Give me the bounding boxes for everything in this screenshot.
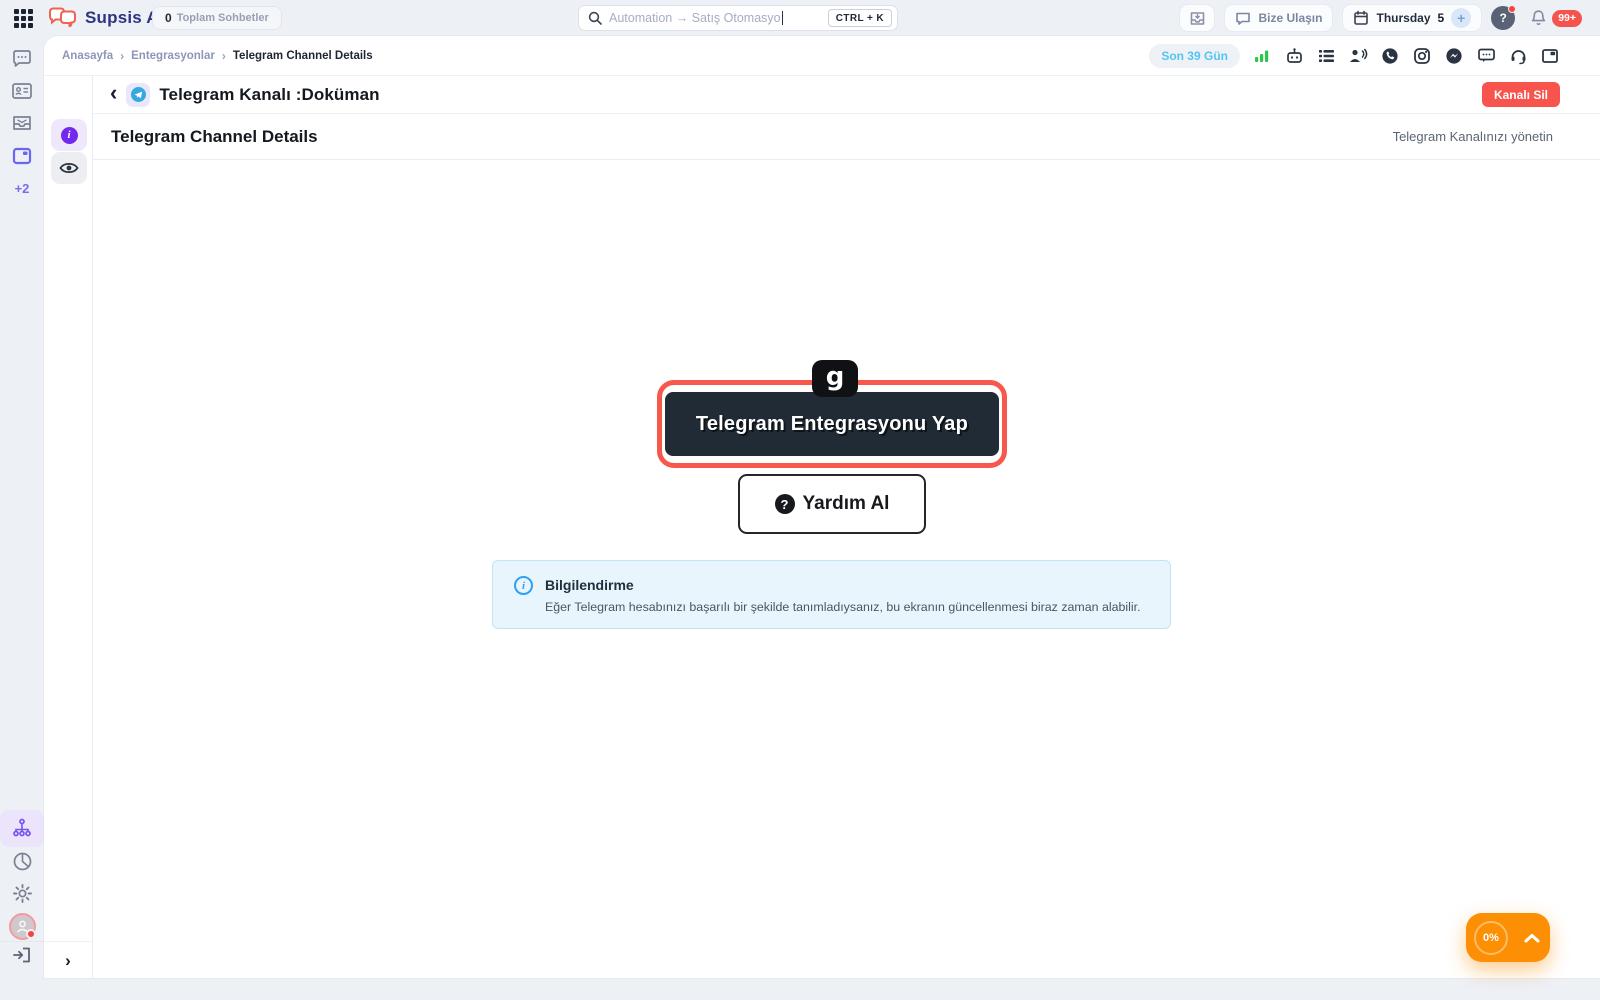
sidebar-item-inbox[interactable] xyxy=(0,107,44,139)
person-sound-icon[interactable] xyxy=(1348,46,1368,66)
info-circle-icon: i xyxy=(514,576,533,595)
inbox-button[interactable] xyxy=(1179,4,1216,32)
sidebar-expand-button[interactable]: › xyxy=(44,941,92,978)
whatsapp-icon[interactable] xyxy=(1380,46,1400,66)
notifications-button[interactable]: 99+ xyxy=(1524,4,1588,32)
info-banner-title: Bilgilendirme xyxy=(545,577,634,593)
info-icon: i xyxy=(60,126,78,144)
date-button[interactable]: Thursday 5 + xyxy=(1342,4,1483,32)
section-title: Telegram Channel Details xyxy=(111,126,318,146)
inbox-icon xyxy=(1189,10,1206,27)
breadcrumb: Anasayfa › Entegrasyonlar › Telegram Cha… xyxy=(62,49,373,63)
calendar-icon xyxy=(1353,10,1369,26)
progress-percent: 0% xyxy=(1474,920,1508,955)
help-alert-dot xyxy=(1508,5,1517,13)
analytics-bars-icon[interactable] xyxy=(1252,46,1272,66)
tab-info[interactable]: i xyxy=(51,119,87,151)
delete-channel-button[interactable]: Kanalı Sil xyxy=(1481,82,1560,107)
list-icon[interactable] xyxy=(1316,46,1336,66)
stage: g Telegram Entegrasyonu Yap ? Yardım Al … xyxy=(93,160,1600,978)
telegram-integrate-button[interactable]: Telegram Entegrasyonu Yap xyxy=(665,392,999,456)
bell-icon xyxy=(1530,9,1547,27)
eye-icon xyxy=(59,161,79,175)
tab-preview[interactable] xyxy=(51,152,87,184)
headset-icon[interactable] xyxy=(1508,46,1528,66)
notification-badge: 99+ xyxy=(1552,9,1582,27)
breadcrumb-home[interactable]: Anasayfa xyxy=(62,50,113,62)
id-card-icon xyxy=(11,81,33,101)
breadcrumb-integrations[interactable]: Entegrasyonlar xyxy=(131,50,215,62)
telegram-icon xyxy=(130,87,146,102)
help-button[interactable]: ? xyxy=(1491,5,1517,30)
total-chats-pill[interactable]: 0 Toplam Sohbetler xyxy=(152,6,282,30)
sidebar-item-settings[interactable] xyxy=(0,877,44,909)
chevron-right-icon: › xyxy=(65,950,71,970)
messenger-icon[interactable] xyxy=(1444,46,1464,66)
sidebar-more-button[interactable]: +2 xyxy=(0,172,44,204)
logout-button[interactable] xyxy=(0,939,44,971)
avatar xyxy=(8,912,36,940)
outer-sidebar: +2 xyxy=(0,36,44,1000)
question-icon: ? xyxy=(774,494,795,514)
section-subtitle: Telegram Kanalınızı yönetin xyxy=(1392,129,1553,144)
get-help-button[interactable]: ? Yardım Al xyxy=(738,474,926,534)
chevron-right-icon: › xyxy=(221,48,226,63)
contact-us-label: Bize Ulaşın xyxy=(1258,11,1323,25)
contact-us-button[interactable]: Bize Ulaşın xyxy=(1224,4,1334,32)
date-range-pill[interactable]: Son 39 Gün xyxy=(1149,43,1240,68)
search-shortcut-badge: CTRL + K xyxy=(827,9,892,27)
bot-icon[interactable] xyxy=(1284,46,1304,66)
status-dot xyxy=(25,928,36,939)
apps-grid-icon[interactable] xyxy=(14,9,33,28)
get-help-label: Yardım Al xyxy=(802,493,890,514)
info-banner: i Bilgilendirme Eğer Telegram hesabınızı… xyxy=(492,560,1171,629)
plus-icon[interactable]: + xyxy=(1451,8,1472,28)
guide-badge: g xyxy=(812,360,858,397)
sidebar-item-automation[interactable] xyxy=(0,812,44,844)
sidebar-item-contacts[interactable] xyxy=(0,75,44,107)
inbox-tray-icon xyxy=(11,113,33,133)
help-glyph: ? xyxy=(1499,11,1507,25)
breadcrumb-current: Telegram Channel Details xyxy=(232,49,373,62)
chevron-up-icon xyxy=(1524,933,1540,943)
logo-bubbles-icon xyxy=(47,6,79,30)
setup-progress-widget[interactable]: 0% xyxy=(1466,913,1550,962)
instagram-icon[interactable] xyxy=(1412,46,1432,66)
brand-logo[interactable]: Supsis Ai xyxy=(47,6,164,30)
page-header: ‹ Telegram Kanalı :Doküman Kanalı Sil xyxy=(93,76,1600,114)
pie-chart-icon xyxy=(12,851,33,872)
topbar: Supsis Ai 0 Toplam Sohbetler Automation … xyxy=(0,0,1600,36)
sidebar-item-chats[interactable] xyxy=(0,43,44,75)
sidebar-item-reports[interactable] xyxy=(0,845,44,877)
breadcrumb-row: Anasayfa › Entegrasyonlar › Telegram Cha… xyxy=(44,36,1600,76)
global-search-input[interactable]: Automation → Satış Otomasyo CTRL + K xyxy=(578,5,898,31)
window-icon[interactable] xyxy=(1540,46,1560,66)
search-icon xyxy=(588,11,602,25)
sms-icon[interactable] xyxy=(1476,46,1496,66)
chat-dots-icon xyxy=(11,49,33,70)
org-chart-icon xyxy=(11,817,33,839)
sidebar-more-label: +2 xyxy=(14,180,30,196)
search-placeholder: Automation → Satış Otomasyo xyxy=(609,11,781,25)
date-day: 5 xyxy=(1437,11,1445,25)
info-banner-text: Eğer Telegram hesabınızı başarılı bir şe… xyxy=(545,600,1141,614)
chats-label: Toplam Sohbetler xyxy=(176,12,269,24)
telegram-channel-badge xyxy=(126,82,151,107)
chats-count: 0 xyxy=(165,11,172,25)
logout-icon xyxy=(12,946,32,964)
chevron-right-icon: › xyxy=(120,48,125,63)
text-caret xyxy=(781,11,783,25)
main-card: Anasayfa › Entegrasyonlar › Telegram Cha… xyxy=(44,36,1600,978)
section-header: Telegram Channel Details Telegram Kanalı… xyxy=(93,114,1600,160)
date-label: Thursday xyxy=(1376,11,1431,25)
gear-icon xyxy=(12,883,33,904)
chat-bubble-icon xyxy=(1235,11,1251,26)
window-icon xyxy=(12,147,32,165)
inner-sidebar: i › xyxy=(44,76,93,978)
page-title: Telegram Kanalı :Doküman xyxy=(159,84,380,104)
content-area: ‹ Telegram Kanalı :Doküman Kanalı Sil Te… xyxy=(93,76,1600,978)
sidebar-item-pages[interactable] xyxy=(0,140,44,172)
